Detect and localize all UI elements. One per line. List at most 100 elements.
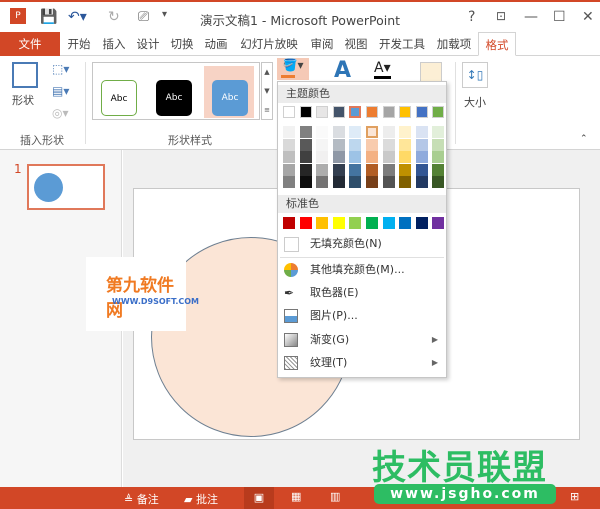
tab-design[interactable]: 设计	[132, 32, 164, 56]
edit-shape-icon[interactable]: ⬚▾	[52, 62, 69, 76]
ribbon-display-button[interactable]: ⊡	[496, 9, 506, 23]
theme-shade-swatch[interactable]	[382, 176, 395, 188]
minimize-button[interactable]: —	[524, 9, 538, 25]
theme-shade-swatch[interactable]	[332, 126, 345, 138]
theme-color-swatch[interactable]	[349, 106, 362, 118]
theme-shade-swatch[interactable]	[283, 176, 295, 188]
standard-color-swatch[interactable]	[283, 217, 295, 229]
theme-shade-swatch[interactable]	[299, 151, 312, 163]
theme-shade-swatch[interactable]	[283, 138, 295, 151]
help-button[interactable]: ?	[468, 9, 475, 25]
text-box-icon[interactable]: ▤▾	[52, 84, 69, 98]
tab-file[interactable]: 文件	[0, 32, 60, 56]
theme-shade-swatch[interactable]	[366, 126, 378, 138]
theme-shade-swatch[interactable]	[283, 151, 295, 163]
tab-slideshow[interactable]: 幻灯片放映	[234, 32, 304, 56]
theme-shade-swatch[interactable]	[349, 138, 362, 151]
shapes-button[interactable]: 形状	[12, 92, 34, 108]
theme-color-swatch[interactable]	[382, 106, 395, 118]
standard-color-swatch[interactable]	[399, 217, 412, 229]
normal-view-button[interactable]: ▣	[244, 487, 274, 509]
standard-color-swatch[interactable]	[382, 217, 395, 229]
tab-transitions[interactable]: 切换	[166, 32, 198, 56]
theme-shade-swatch[interactable]	[332, 176, 345, 188]
notes-button[interactable]: ≜ 备注	[124, 491, 159, 507]
theme-shade-swatch[interactable]	[316, 176, 329, 188]
theme-shade-swatch[interactable]	[366, 176, 378, 188]
size-button[interactable]: 大小	[464, 94, 486, 110]
style-preset[interactable]: Abc	[101, 80, 137, 116]
theme-shade-swatch[interactable]	[332, 163, 345, 176]
collapse-ribbon-icon[interactable]: ⌃	[580, 134, 588, 144]
theme-shade-swatch[interactable]	[382, 163, 395, 176]
theme-shade-swatch[interactable]	[415, 138, 428, 151]
theme-color-swatch[interactable]	[316, 106, 329, 118]
theme-shade-swatch[interactable]	[316, 151, 329, 163]
theme-shade-swatch[interactable]	[316, 163, 329, 176]
theme-shade-swatch[interactable]	[349, 151, 362, 163]
menu-item-gradient[interactable]: 渐变(G) ▶	[278, 329, 446, 351]
theme-shade-swatch[interactable]	[299, 138, 312, 151]
theme-shade-swatch[interactable]	[316, 126, 329, 138]
wordart-styles-icon[interactable]: A	[334, 58, 351, 83]
text-fill-icon[interactable]: A▾	[374, 60, 391, 79]
standard-color-swatch[interactable]	[332, 217, 345, 229]
shape-fill-button[interactable]: 🪣▾	[277, 58, 309, 80]
close-button[interactable]: ✕	[582, 9, 594, 25]
standard-color-swatch[interactable]	[432, 217, 445, 229]
fit-to-window-button[interactable]: ⊞	[570, 490, 579, 503]
reading-view-button[interactable]: ▥	[330, 490, 340, 503]
theme-shade-swatch[interactable]	[283, 126, 295, 138]
theme-shade-swatch[interactable]	[399, 138, 412, 151]
standard-color-swatch[interactable]	[316, 217, 329, 229]
menu-item-more-colors[interactable]: 其他填充颜色(M)...	[278, 259, 446, 281]
menu-item-no-fill[interactable]: 无填充颜色(N)	[278, 233, 446, 255]
tab-format[interactable]: 格式	[478, 32, 516, 56]
theme-color-swatch[interactable]	[283, 106, 295, 118]
theme-shade-swatch[interactable]	[399, 163, 412, 176]
theme-shade-swatch[interactable]	[432, 126, 445, 138]
theme-shade-swatch[interactable]	[432, 176, 445, 188]
theme-shade-swatch[interactable]	[299, 126, 312, 138]
theme-color-swatch[interactable]	[432, 106, 445, 118]
theme-shade-swatch[interactable]	[382, 126, 395, 138]
menu-item-picture[interactable]: 图片(P)...	[278, 305, 446, 327]
size-icon[interactable]: ↕▯	[462, 62, 488, 88]
maximize-button[interactable]: ☐	[553, 9, 566, 25]
theme-shade-swatch[interactable]	[366, 151, 378, 163]
standard-color-swatch[interactable]	[366, 217, 378, 229]
theme-shade-swatch[interactable]	[299, 176, 312, 188]
theme-shade-swatch[interactable]	[332, 151, 345, 163]
theme-shade-swatch[interactable]	[382, 151, 395, 163]
theme-shade-swatch[interactable]	[415, 163, 428, 176]
tab-view[interactable]: 视图	[340, 32, 372, 56]
theme-shade-swatch[interactable]	[399, 126, 412, 138]
standard-color-swatch[interactable]	[349, 217, 362, 229]
tab-review[interactable]: 审阅	[306, 32, 338, 56]
theme-shade-swatch[interactable]	[399, 176, 412, 188]
theme-shade-swatch[interactable]	[366, 163, 378, 176]
theme-color-swatch[interactable]	[332, 106, 345, 118]
theme-shade-swatch[interactable]	[432, 151, 445, 163]
style-preset[interactable]: Abc	[212, 80, 248, 116]
tab-home[interactable]: 开始	[62, 32, 96, 56]
theme-shade-swatch[interactable]	[432, 138, 445, 151]
theme-color-swatch[interactable]	[366, 106, 378, 118]
slide-thumbnail[interactable]	[27, 164, 105, 210]
menu-item-eyedropper[interactable]: ✒ 取色器(E)	[278, 282, 446, 304]
style-preset[interactable]: Abc	[156, 80, 192, 116]
theme-color-swatch[interactable]	[415, 106, 428, 118]
theme-shade-swatch[interactable]	[349, 126, 362, 138]
theme-color-swatch[interactable]	[399, 106, 412, 118]
theme-shade-swatch[interactable]	[349, 163, 362, 176]
tab-animations[interactable]: 动画	[200, 32, 232, 56]
theme-shade-swatch[interactable]	[299, 163, 312, 176]
theme-shade-swatch[interactable]	[349, 176, 362, 188]
theme-shade-swatch[interactable]	[382, 138, 395, 151]
theme-shade-swatch[interactable]	[283, 163, 295, 176]
slide-sorter-button[interactable]: ▦	[291, 490, 301, 503]
theme-shade-swatch[interactable]	[399, 151, 412, 163]
theme-shade-swatch[interactable]	[415, 176, 428, 188]
theme-shade-swatch[interactable]	[415, 126, 428, 138]
theme-shade-swatch[interactable]	[366, 138, 378, 151]
